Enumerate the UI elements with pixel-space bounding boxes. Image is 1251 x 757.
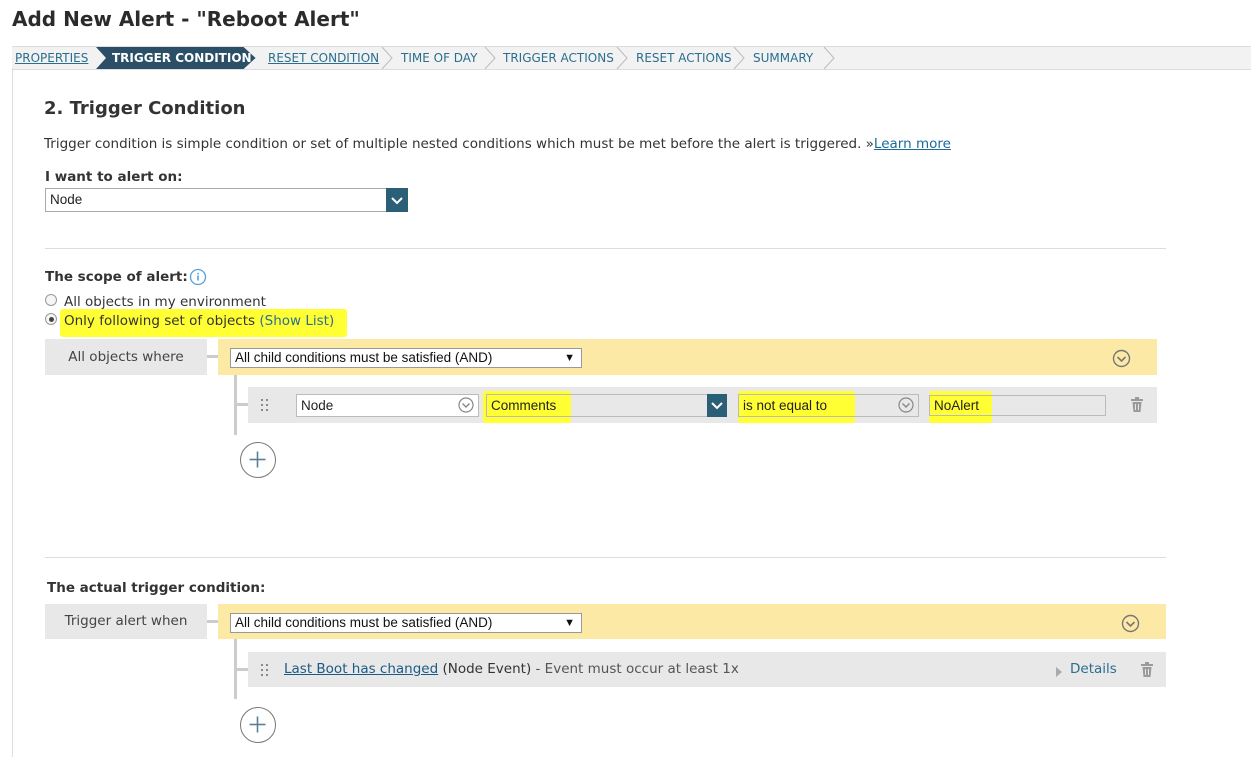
step-summary[interactable]: SUMMARY	[753, 47, 813, 69]
step-separator-icon	[381, 47, 393, 69]
caret-right-icon	[1055, 666, 1063, 682]
step-reset-condition[interactable]: RESET CONDITION	[268, 47, 379, 69]
condition-field-value: Comments	[491, 398, 557, 413]
step-properties[interactable]: PROPERTIES	[15, 47, 88, 69]
connector-line	[207, 620, 218, 623]
description-text: Trigger condition is simple condition or…	[44, 136, 874, 152]
add-trigger-condition-button[interactable]	[240, 707, 276, 743]
trigger-group-operator-select[interactable]: All child conditions must be satisfied (…	[230, 613, 582, 633]
collapse-icon[interactable]	[1121, 614, 1140, 637]
learn-more-link[interactable]: Learn more	[874, 136, 951, 152]
condition-value-input[interactable]: NoAlert	[929, 395, 1106, 416]
content-border	[12, 68, 13, 757]
drag-handle-icon[interactable]	[260, 663, 270, 681]
trigger-group-operator-value: All child conditions must be satisfied (…	[235, 615, 493, 630]
scope-where-label: All objects where	[45, 339, 207, 375]
section-heading: 2. Trigger Condition	[44, 98, 246, 119]
add-condition-button[interactable]	[240, 442, 276, 478]
event-link[interactable]: Last Boot has changed	[284, 661, 438, 677]
condition-operator-value: is not equal to	[743, 398, 828, 413]
tree-line	[234, 668, 248, 671]
trigger-when-label: Trigger alert when	[45, 604, 207, 639]
scope-group-operator-value: All child conditions must be satisfied (…	[235, 350, 493, 365]
scope-group-operator-select[interactable]: All child conditions must be satisfied (…	[230, 348, 582, 368]
step-separator-icon	[484, 47, 496, 69]
event-suffix: - Event must occur at least 1x	[531, 661, 739, 677]
step-trigger-actions[interactable]: TRIGGER ACTIONS	[503, 47, 614, 69]
event-type: (Node Event)	[442, 661, 532, 677]
divider	[45, 248, 1166, 249]
connector-line	[207, 355, 218, 358]
scope-following-label[interactable]: Only following set of objects (Show List…	[64, 313, 334, 329]
condition-object-select[interactable]: Node	[296, 394, 479, 417]
condition-object-value: Node	[301, 398, 334, 413]
section-description: Trigger condition is simple condition or…	[44, 136, 951, 152]
scope-following-text: Only following set of objects	[64, 313, 256, 329]
chevron-down-icon[interactable]	[707, 394, 727, 417]
info-icon[interactable]	[189, 268, 207, 290]
trigger-label: The actual trigger condition:	[47, 580, 266, 596]
condition-field-select[interactable]: Comments	[486, 394, 727, 417]
dropdown-arrow-icon: ▼	[564, 352, 575, 364]
plus-icon	[249, 716, 266, 733]
scope-following-radio[interactable]	[45, 313, 57, 325]
alert-on-label: I want to alert on:	[45, 169, 183, 185]
tree-line	[234, 403, 248, 406]
condition-operator-select[interactable]: is not equal to	[738, 394, 919, 417]
wizard-steps: PROPERTIES TRIGGER CONDITION RESET CONDI…	[12, 46, 1251, 70]
scope-all-label[interactable]: All objects in my environment	[64, 294, 266, 310]
step-trigger-condition[interactable]: TRIGGER CONDITION	[96, 47, 256, 69]
plus-icon	[249, 451, 266, 468]
collapse-icon[interactable]	[1112, 349, 1131, 372]
trigger-event-text: Last Boot has changed (Node Event) - Eve…	[284, 661, 739, 677]
show-list-link[interactable]: (Show List)	[259, 313, 334, 329]
details-link[interactable]: Details	[1070, 661, 1117, 677]
page-title: Add New Alert - "Reboot Alert"	[12, 7, 360, 31]
chevron-down-icon[interactable]	[386, 188, 408, 212]
chevron-down-icon	[457, 396, 475, 420]
chevron-down-icon	[897, 396, 915, 420]
step-separator-icon	[733, 47, 745, 69]
trash-icon[interactable]	[1130, 397, 1144, 417]
step-reset-actions[interactable]: RESET ACTIONS	[636, 47, 732, 69]
step-separator-icon	[616, 47, 628, 69]
trash-icon[interactable]	[1140, 662, 1154, 682]
alert-on-value: Node	[50, 192, 83, 207]
drag-handle-icon[interactable]	[260, 398, 270, 416]
scope-label: The scope of alert:	[45, 269, 188, 285]
condition-value-text: NoAlert	[934, 398, 980, 413]
divider	[45, 557, 1166, 558]
step-time-of-day[interactable]: TIME OF DAY	[401, 47, 477, 69]
alert-on-select[interactable]: Node	[45, 188, 408, 212]
scope-all-radio[interactable]	[45, 294, 57, 306]
dropdown-arrow-icon: ▼	[564, 617, 575, 629]
step-separator-icon	[823, 47, 835, 69]
